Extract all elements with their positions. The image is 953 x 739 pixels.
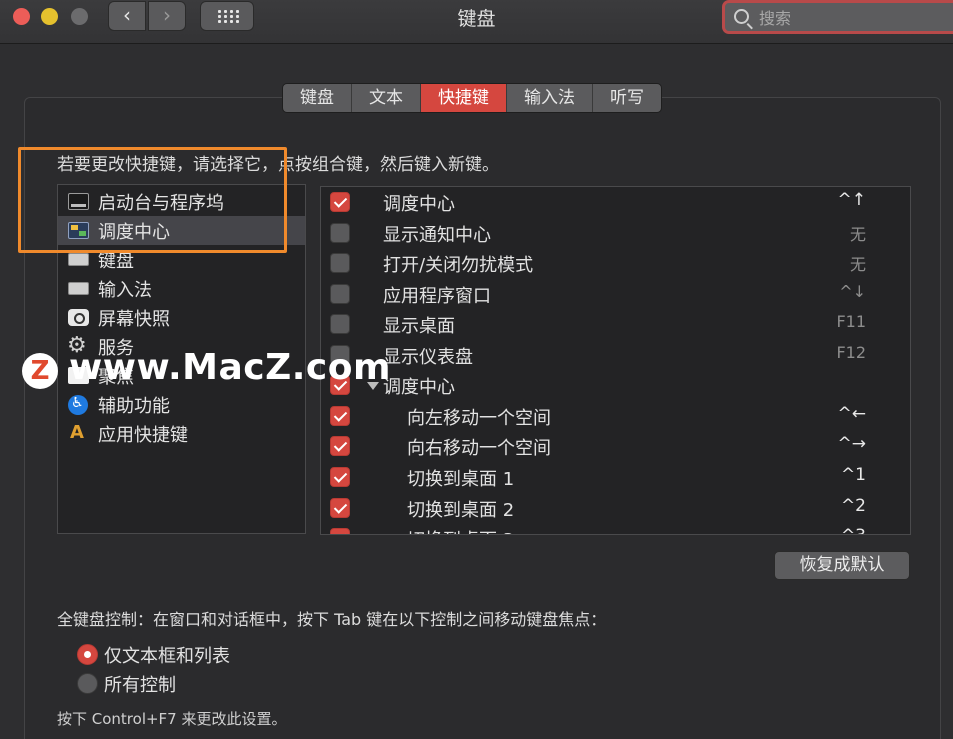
category-services[interactable]: 服务 [58, 332, 305, 361]
disclosure-triangle-icon[interactable] [367, 382, 379, 390]
category-label: 辅助功能 [98, 395, 170, 417]
shortcut-checkbox[interactable] [330, 467, 350, 487]
search-input[interactable] [759, 6, 949, 30]
shortcut-checkbox[interactable] [330, 284, 350, 304]
tab-bar: 键盘 文本 快捷键 输入法 听写 [282, 83, 662, 113]
shortcut-key[interactable]: ^3 [841, 526, 866, 534]
shortcut-label: 调度中心 [383, 194, 455, 215]
radio-button[interactable] [77, 644, 98, 665]
tab-shortcuts[interactable]: 快捷键 [421, 84, 507, 112]
shortcut-checkbox[interactable] [330, 314, 350, 334]
shortcut-label: 向右移动一个空间 [407, 438, 551, 459]
shortcut-checkbox[interactable] [330, 223, 350, 243]
accessibility-icon [68, 394, 88, 415]
shortcut-group-row[interactable]: 调度中心 [321, 370, 910, 400]
instruction-text: 若要更改快捷键，请选择它，点按组合键，然后键入新键。 [57, 155, 499, 175]
screenshot-icon [68, 309, 89, 326]
category-accessibility[interactable]: 辅助功能 [58, 390, 305, 419]
category-launchpad-dock[interactable]: 启动台与程序坞 [58, 187, 305, 216]
shortcut-key[interactable]: ^↑ [838, 190, 867, 210]
category-label: 屏幕快照 [98, 308, 170, 330]
category-spotlight[interactable]: 聚焦 [58, 361, 305, 390]
shortcut-label: 向左移动一个空间 [407, 408, 551, 429]
shortcut-label: 显示通知中心 [383, 225, 491, 246]
shortcut-key[interactable]: ^1 [841, 465, 866, 485]
shortcut-row[interactable]: 打开/关闭勿扰模式 无 [321, 248, 910, 278]
shortcut-key[interactable]: ^→ [838, 434, 867, 454]
category-mission-control[interactable]: 调度中心 [58, 216, 305, 245]
restore-defaults-button[interactable]: 恢复成默认 [774, 551, 910, 580]
keyboard-control-hint: 按下 Control+F7 来更改此设置。 [57, 710, 287, 728]
title-bar: ‹ › 键盘 [0, 0, 953, 44]
spotlight-icon [68, 367, 89, 384]
shortcut-checkbox[interactable] [330, 528, 350, 534]
category-input-sources[interactable]: 输入法 [58, 274, 305, 303]
shortcut-label: 切换到桌面 1 [407, 469, 515, 490]
shortcut-row[interactable]: 切换到桌面 2 ^2 [321, 493, 910, 523]
shortcut-checkbox[interactable] [330, 345, 350, 365]
category-label: 键盘 [98, 250, 134, 272]
keyboard-control-label: 全键盘控制：在窗口和对话框中，按下 Tab 键在以下控制之间移动键盘焦点： [57, 610, 607, 629]
search-icon [734, 9, 749, 24]
shortcut-key[interactable]: ^↓ [839, 282, 866, 301]
category-list: 启动台与程序坞 调度中心 键盘 输入法 屏幕快照 服务 聚焦 辅助功能 [57, 184, 306, 534]
shortcut-row[interactable]: 显示通知中心 无 [321, 218, 910, 248]
tab-dictation[interactable]: 听写 [593, 84, 661, 112]
launchpad-dock-icon [68, 193, 89, 210]
shortcut-row[interactable]: 显示桌面 F11 [321, 309, 910, 339]
shortcut-group-label: 调度中心 [383, 377, 455, 398]
category-screenshots[interactable]: 屏幕快照 [58, 303, 305, 332]
shortcut-row[interactable]: 应用程序窗口 ^↓ [321, 279, 910, 309]
shortcut-list: 调度中心 ^↑ 显示通知中心 无 打开/关闭勿扰模式 无 应用程序窗口 ^↓ 显… [320, 186, 911, 535]
shortcut-key[interactable]: F12 [836, 343, 866, 362]
shortcut-checkbox[interactable] [330, 253, 350, 273]
radio-button[interactable] [77, 673, 98, 694]
shortcut-checkbox[interactable] [330, 375, 350, 395]
category-keyboard[interactable]: 键盘 [58, 245, 305, 274]
shortcut-label: 应用程序窗口 [383, 286, 491, 307]
shortcut-row[interactable]: 向左移动一个空间 ^← [321, 401, 910, 431]
category-label: 服务 [98, 337, 134, 359]
shortcut-key[interactable]: ^2 [841, 496, 866, 516]
shortcut-label: 切换到桌面 3 [407, 526, 514, 534]
radio-label: 仅文本框和列表 [104, 646, 230, 667]
shortcut-label: 显示仪表盘 [383, 347, 473, 368]
shortcut-checkbox[interactable] [330, 192, 350, 212]
shortcut-label: 切换到桌面 2 [407, 500, 515, 521]
keyboard-preferences-window: ‹ › 键盘 键盘 文本 快捷键 输入法 听写 若要更改快捷键，请选择它，点按组… [0, 0, 953, 739]
shortcut-row[interactable]: 切换到桌面 3 ^3 [321, 523, 910, 534]
category-label: 输入法 [98, 279, 152, 301]
shortcut-row[interactable]: 显示仪表盘 F12 [321, 340, 910, 370]
category-app-shortcuts[interactable]: 应用快捷键 [58, 419, 305, 448]
shortcut-key[interactable]: ^← [838, 404, 867, 424]
shortcut-key[interactable]: 无 [850, 251, 866, 275]
keyboard-icon [68, 253, 89, 266]
category-label: 应用快捷键 [98, 424, 188, 446]
tab-input-sources[interactable]: 输入法 [507, 84, 593, 112]
category-label: 启动台与程序坞 [98, 192, 224, 214]
shortcut-checkbox[interactable] [330, 406, 350, 426]
tab-keyboard[interactable]: 键盘 [283, 84, 352, 112]
radio-label: 所有控制 [104, 675, 176, 696]
category-label: 聚焦 [98, 366, 134, 388]
input-sources-icon [68, 282, 89, 295]
search-field[interactable] [722, 0, 953, 34]
shortcut-row[interactable]: 向右移动一个空间 ^→ [321, 431, 910, 461]
shortcut-key[interactable]: F11 [836, 312, 866, 331]
mission-control-icon [68, 222, 89, 239]
shortcut-checkbox[interactable] [330, 436, 350, 456]
category-label: 调度中心 [98, 221, 170, 243]
shortcut-checkbox[interactable] [330, 498, 350, 518]
app-shortcuts-icon [68, 422, 89, 443]
shortcut-row[interactable]: 调度中心 ^↑ [321, 187, 910, 217]
shortcut-key[interactable]: 无 [850, 221, 866, 245]
services-gear-icon [67, 333, 89, 358]
shortcut-label: 打开/关闭勿扰模式 [383, 255, 534, 276]
tab-text[interactable]: 文本 [352, 84, 421, 112]
shortcut-row[interactable]: 切换到桌面 1 ^1 [321, 462, 910, 492]
shortcut-label: 显示桌面 [383, 316, 455, 337]
